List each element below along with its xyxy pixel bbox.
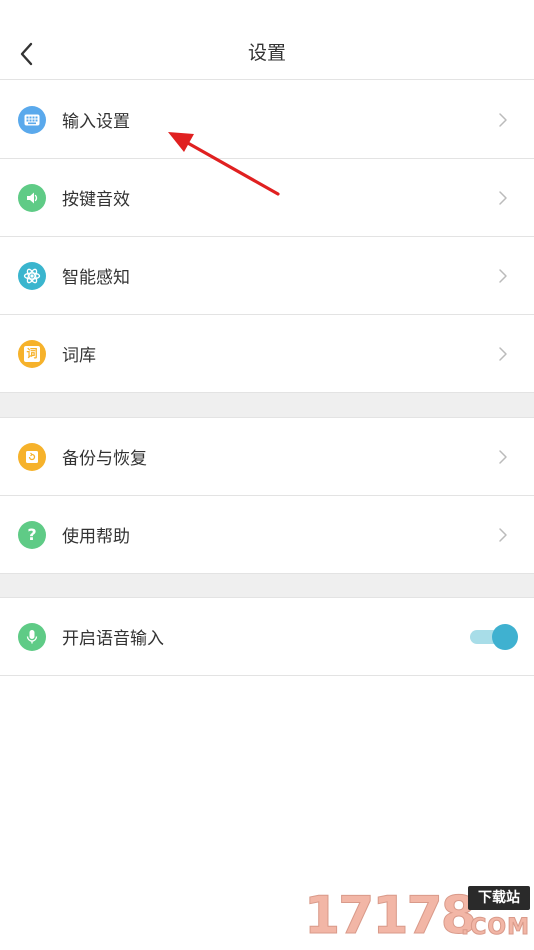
microphone-icon <box>18 622 46 651</box>
annotation-arrow <box>168 132 280 196</box>
chevron-right-icon <box>499 527 507 542</box>
chevron-right-icon <box>499 112 507 127</box>
dictionary-glyph: 词 <box>26 347 38 360</box>
settings-item-label: 词库 <box>62 346 96 366</box>
dictionary-icon: 词 <box>18 339 46 368</box>
settings-group-3: 开启语音输入 <box>0 598 534 676</box>
chevron-right-icon <box>499 190 507 205</box>
settings-item-voice-input[interactable]: 开启语音输入 <box>0 598 534 676</box>
settings-item-label: 备份与恢复 <box>62 449 147 469</box>
watermark-number: 17178 <box>304 886 478 947</box>
settings-item-label: 使用帮助 <box>62 527 130 547</box>
settings-item-smart-sense[interactable]: 智能感知 <box>0 237 534 315</box>
top-bar: 设置 <box>0 0 534 80</box>
chevron-right-icon <box>499 449 507 464</box>
help-glyph: ? <box>27 524 37 544</box>
settings-item-label: 输入设置 <box>62 112 130 132</box>
voice-input-toggle[interactable] <box>468 623 518 650</box>
settings-item-label: 开启语音输入 <box>62 629 164 649</box>
section-divider <box>0 393 534 418</box>
watermark-badge: 下载站 <box>468 886 530 910</box>
chevron-right-icon <box>499 268 507 283</box>
settings-item-dictionary[interactable]: 词 词库 <box>0 315 534 393</box>
section-divider <box>0 574 534 598</box>
backup-icon <box>18 442 46 471</box>
atom-icon <box>18 261 46 290</box>
settings-item-backup-restore[interactable]: 备份与恢复 <box>0 418 534 496</box>
chevron-right-icon <box>499 346 507 361</box>
watermark-suffix: .COM <box>460 915 530 941</box>
help-icon: ? <box>18 520 46 549</box>
watermark-logo: 17178 下载站 .COM <box>304 886 530 947</box>
keyboard-icon <box>18 105 46 134</box>
settings-item-label: 按键音效 <box>62 190 130 210</box>
page-title: 设置 <box>247 42 286 64</box>
speaker-icon <box>18 183 46 212</box>
settings-item-help[interactable]: ? 使用帮助 <box>0 496 534 574</box>
settings-item-label: 智能感知 <box>62 268 130 288</box>
toggle-knob <box>492 623 518 650</box>
settings-group-2: 备份与恢复 ? 使用帮助 <box>0 418 534 574</box>
